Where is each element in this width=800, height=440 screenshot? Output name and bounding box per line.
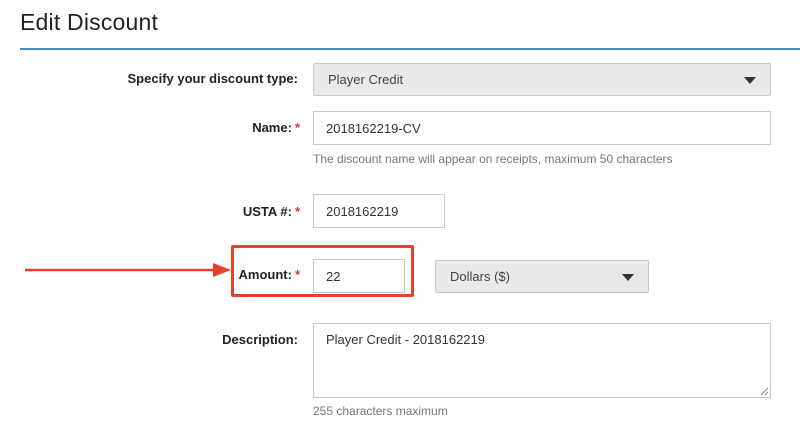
name-input[interactable]	[313, 111, 771, 145]
name-label-text: Name:	[252, 120, 292, 135]
discount-type-value: Player Credit	[328, 72, 404, 87]
description-label-text: Description:	[222, 332, 298, 347]
discount-type-select[interactable]: Player Credit	[313, 63, 771, 96]
caret-down-icon	[622, 273, 634, 281]
name-help-text: The discount name will appear on receipt…	[313, 152, 673, 166]
name-label: Name: *	[60, 120, 300, 135]
amount-unit-value: Dollars ($)	[450, 269, 510, 284]
required-marker: *	[294, 120, 300, 135]
description-textarea[interactable]: Player Credit - 2018162219	[313, 323, 771, 398]
discount-type-label-text: Specify your discount type:	[127, 71, 298, 86]
required-marker: *	[294, 204, 300, 219]
page-title: Edit Discount	[20, 9, 159, 35]
usta-label-text: USTA #:	[242, 204, 292, 219]
discount-type-label: Specify your discount type:	[60, 71, 298, 86]
amount-unit-select[interactable]: Dollars ($)	[435, 260, 649, 293]
title-divider	[20, 48, 800, 50]
arrow-right-icon	[25, 263, 231, 277]
usta-label: USTA #: *	[60, 204, 300, 219]
description-help-text: 255 characters maximum	[313, 404, 448, 418]
caret-down-icon	[744, 76, 756, 84]
usta-input[interactable]	[313, 194, 445, 228]
resize-grip-icon[interactable]	[760, 387, 769, 396]
description-label: Description:	[60, 332, 298, 347]
annotation-highlight-box	[231, 245, 414, 297]
